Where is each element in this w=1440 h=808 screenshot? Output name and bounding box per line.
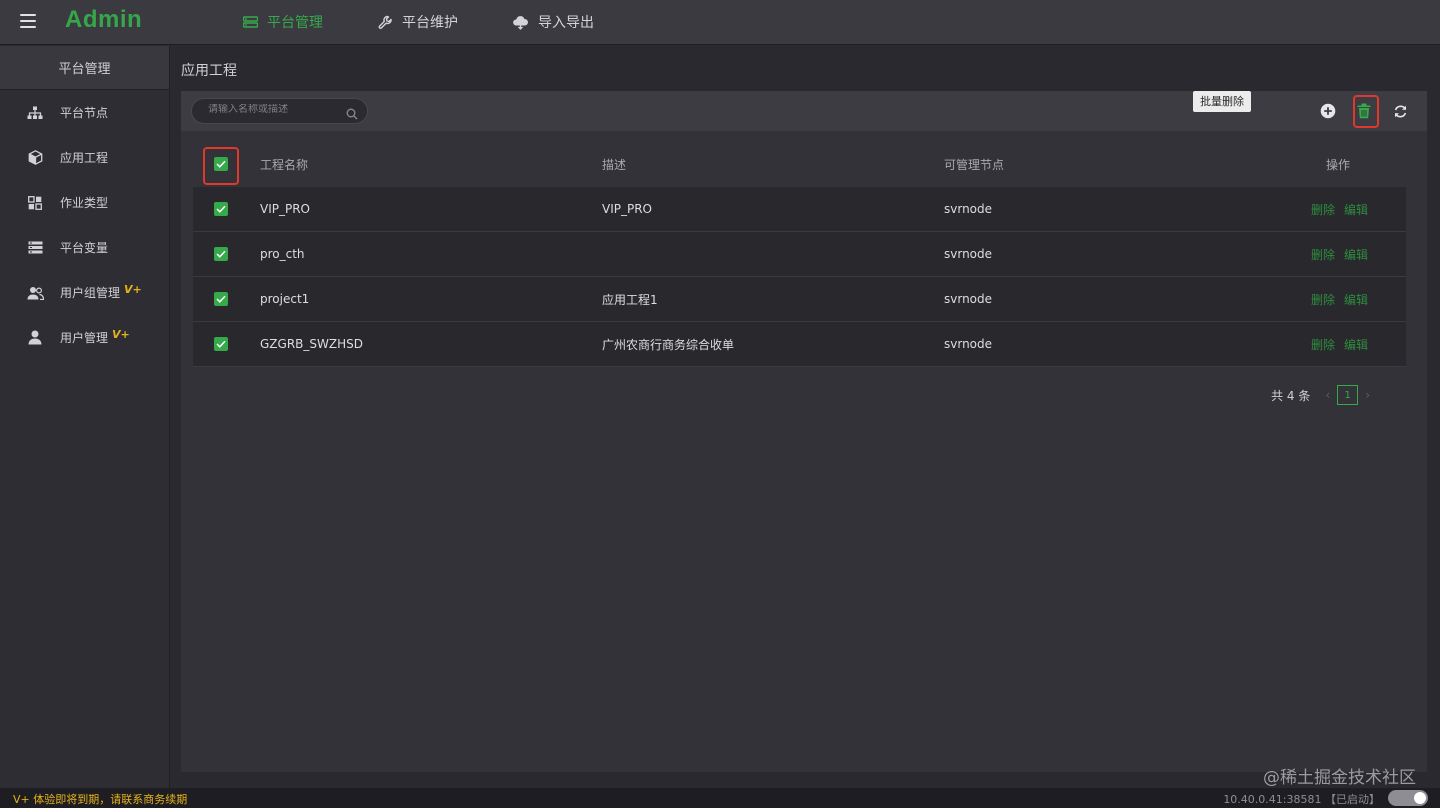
menu-icon[interactable] bbox=[20, 14, 36, 28]
wrench-icon bbox=[378, 15, 393, 30]
cell-name: pro_cth bbox=[260, 247, 305, 261]
sidebar-title: 平台管理 bbox=[0, 46, 169, 90]
delete-link[interactable]: 删除 bbox=[1311, 338, 1335, 352]
page-button-current[interactable]: 1 bbox=[1337, 385, 1359, 405]
search-input[interactable] bbox=[208, 104, 343, 115]
row-checkbox-cell bbox=[193, 292, 260, 306]
page-title: 应用工程 bbox=[181, 63, 237, 79]
cell-desc: VIP_PRO bbox=[602, 202, 653, 216]
cell-op: 删除 编辑 bbox=[1286, 336, 1406, 353]
next-page-button[interactable]: › bbox=[1365, 388, 1370, 402]
edit-link[interactable]: 编辑 bbox=[1344, 248, 1368, 262]
nav-platform-maintenance[interactable]: 平台维护 bbox=[378, 12, 458, 32]
refresh-button[interactable] bbox=[1389, 100, 1411, 122]
cell-op: 删除 编辑 bbox=[1286, 201, 1406, 218]
sidebar-item-user-group[interactable]: 用户组管理 V+ bbox=[0, 270, 169, 315]
pagination: 共 4 条 ‹ 1 › bbox=[1271, 385, 1377, 405]
vplus-badge: V+ bbox=[112, 328, 130, 341]
sidebar-item-label: 用户组管理 bbox=[60, 286, 121, 300]
sidebar-item-label: 用户管理 bbox=[60, 331, 109, 345]
delete-link[interactable]: 删除 bbox=[1311, 203, 1335, 217]
sidebar-item-label: 平台变量 bbox=[60, 241, 109, 255]
header-node: 可管理节点 bbox=[944, 157, 1005, 172]
server-status: 10.40.0.41:38581 【已启动】 bbox=[1223, 793, 1380, 806]
refresh-icon bbox=[1393, 104, 1408, 119]
select-all-highlight-box bbox=[203, 147, 239, 185]
prev-page-button[interactable]: ‹ bbox=[1325, 388, 1330, 402]
cell-node: svrnode bbox=[944, 337, 993, 351]
table-row: VIP_PRO VIP_PRO svrnode 删除 编辑 bbox=[193, 187, 1406, 232]
header-op: 操作 bbox=[1325, 157, 1350, 172]
cloud-icon bbox=[512, 15, 529, 30]
row-checkbox-cell bbox=[193, 247, 260, 261]
search-box bbox=[191, 98, 368, 124]
cell-desc: 应用工程1 bbox=[602, 292, 658, 307]
top-navbar: Admin 平台管理 平台维护 导入导出 bbox=[0, 0, 1440, 45]
watermark: @稀土掘金技术社区 bbox=[1263, 768, 1416, 788]
vplus-badge: V+ bbox=[124, 283, 142, 296]
nav-label: 平台维护 bbox=[402, 15, 458, 31]
table-header: 工程名称 描述 可管理节点 操作 bbox=[193, 141, 1406, 187]
expire-notice: V+ 体验即将到期，请联系商务续期 bbox=[13, 793, 188, 806]
row-checkbox-cell bbox=[193, 337, 260, 351]
cell-node: svrnode bbox=[944, 247, 993, 261]
sidebar-item-label: 平台节点 bbox=[60, 106, 109, 120]
cell-node: svrnode bbox=[944, 292, 993, 306]
delete-link[interactable]: 删除 bbox=[1311, 248, 1335, 262]
project-table: 工程名称 描述 可管理节点 操作 VIP_PRO VIP_PRO svrnode… bbox=[193, 141, 1406, 367]
grid-icon bbox=[26, 195, 44, 211]
batch-delete-tooltip: 批量删除 bbox=[1193, 91, 1251, 112]
row-checkbox[interactable] bbox=[214, 337, 228, 351]
cell-node: svrnode bbox=[944, 202, 993, 216]
cell-op: 删除 编辑 bbox=[1286, 246, 1406, 263]
search-icon[interactable] bbox=[346, 105, 358, 124]
users-icon bbox=[26, 285, 44, 301]
plus-circle-icon bbox=[1320, 103, 1336, 119]
nav-platform-management[interactable]: 平台管理 bbox=[243, 12, 323, 32]
server-icon bbox=[243, 16, 258, 28]
row-checkbox[interactable] bbox=[214, 202, 228, 216]
server-toggle[interactable] bbox=[1388, 790, 1428, 806]
cell-op: 删除 编辑 bbox=[1286, 291, 1406, 308]
table-row: GZGRB_SWZHSD 广州农商行商务综合收单 svrnode 删除 编辑 bbox=[193, 322, 1406, 367]
pager-total: 共 4 条 bbox=[1271, 388, 1311, 403]
cell-name: project1 bbox=[260, 292, 310, 306]
main-content: 应用工程 请输入名称或描述 工程名称 描述 可管理节点 操作 VIP_PRO V… bbox=[171, 46, 1440, 788]
content-panel: 工程名称 描述 可管理节点 操作 VIP_PRO VIP_PRO svrnode… bbox=[181, 91, 1427, 772]
edit-link[interactable]: 编辑 bbox=[1344, 338, 1368, 352]
edit-link[interactable]: 编辑 bbox=[1344, 293, 1368, 307]
cell-desc: 广州农商行商务综合收单 bbox=[602, 337, 735, 352]
sitemap-icon bbox=[26, 105, 44, 121]
sidebar-item-platform-variable[interactable]: 平台变量 bbox=[0, 225, 169, 270]
sidebar-item-platform-node[interactable]: 平台节点 bbox=[0, 90, 169, 135]
cube-icon bbox=[26, 150, 44, 166]
row-checkbox[interactable] bbox=[214, 292, 228, 306]
table-row: pro_cth svrnode 删除 编辑 bbox=[193, 232, 1406, 277]
row-checkbox-cell bbox=[193, 202, 260, 216]
edit-link[interactable]: 编辑 bbox=[1344, 203, 1368, 217]
sidebar-item-job-type[interactable]: 作业类型 bbox=[0, 180, 169, 225]
app-logo: Admin bbox=[65, 6, 143, 33]
sidebar-item-user-management[interactable]: 用户管理 V+ bbox=[0, 315, 169, 360]
sidebar-item-app-project[interactable]: 应用工程 bbox=[0, 135, 169, 180]
delete-link[interactable]: 删除 bbox=[1311, 293, 1335, 307]
row-checkbox[interactable] bbox=[214, 247, 228, 261]
sidebar-item-label: 作业类型 bbox=[60, 196, 109, 210]
nav-import-export[interactable]: 导入导出 bbox=[512, 12, 594, 32]
delete-highlight-box bbox=[1353, 95, 1379, 128]
sidebar: 平台管理 平台节点 应用工程 作业类型 平台变量 用户组管理 V+ 用户管理 V… bbox=[0, 46, 170, 788]
status-bar: V+ 体验即将到期，请联系商务续期 10.40.0.41:38581 【已启动】 bbox=[0, 788, 1440, 808]
user-icon bbox=[26, 330, 44, 346]
sidebar-item-label: 应用工程 bbox=[60, 151, 109, 165]
header-name: 工程名称 bbox=[260, 157, 309, 172]
table-row: project1 应用工程1 svrnode 删除 编辑 bbox=[193, 277, 1406, 322]
nav-label: 导入导出 bbox=[538, 15, 594, 31]
list-icon bbox=[26, 240, 44, 256]
nav-label: 平台管理 bbox=[267, 15, 323, 31]
add-button[interactable] bbox=[1317, 100, 1339, 122]
cell-name: GZGRB_SWZHSD bbox=[260, 337, 363, 351]
cell-name: VIP_PRO bbox=[260, 202, 311, 216]
header-desc: 描述 bbox=[602, 157, 627, 172]
